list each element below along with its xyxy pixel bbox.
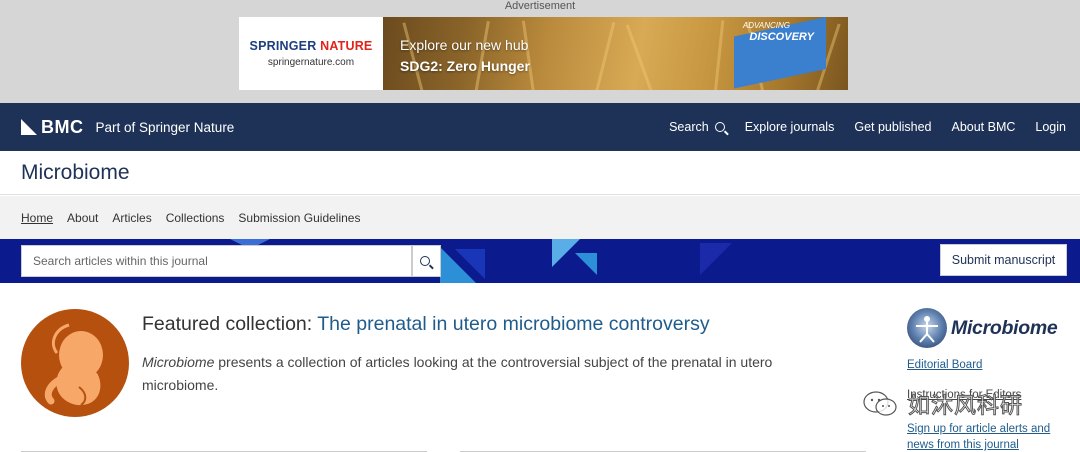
journal-title[interactable]: Microbiome <box>21 161 130 185</box>
subnav-home[interactable]: Home <box>21 211 53 225</box>
bmc-logo-text: BMC <box>41 116 84 137</box>
ad-brand-panel[interactable]: SPRINGER NATURE springernature.com <box>239 17 383 90</box>
search-nav-button[interactable]: Search <box>669 120 725 134</box>
bmc-tagline: Part of Springer Nature <box>95 119 235 135</box>
top-nav-links: Search Explore journals Get published Ab… <box>649 120 1066 134</box>
journal-search-input[interactable] <box>21 245 412 277</box>
vitruvian-icon <box>907 308 947 348</box>
journal-search-button[interactable] <box>412 245 441 277</box>
explore-journals-link[interactable]: Explore journals <box>745 120 835 134</box>
journal-sidebar: Microbiome Editorial Board Instructions … <box>907 308 1080 451</box>
ad-banner[interactable]: SPRINGER NATURE springernature.com Explo… <box>239 17 848 90</box>
top-navigation: BMC Part of Springer Nature Search Explo… <box>0 103 1080 151</box>
article-alerts-signup-link[interactable]: Sign up for article alerts and news from… <box>907 421 1067 452</box>
fetus-icon <box>44 323 103 406</box>
subnav-articles[interactable]: Articles <box>112 211 151 225</box>
bmc-logo-link[interactable]: BMC Part of Springer Nature <box>21 117 234 138</box>
fetus-image[interactable] <box>21 309 129 417</box>
decor-triangle <box>700 243 732 275</box>
featured-description: Microbiome presents a collection of arti… <box>142 354 773 393</box>
advertisement-label: Advertisement <box>504 0 576 12</box>
ad-badge-line2: DISCOVERY <box>749 31 814 43</box>
microbiome-logo-text: Microbiome <box>951 316 1058 339</box>
wechat-watermark: 如沐风科研 <box>862 387 1062 421</box>
wechat-icon <box>862 390 898 418</box>
featured-heading: Featured collection: The prenatal in ute… <box>142 313 710 335</box>
submit-manuscript-button[interactable]: Submit manuscript <box>940 244 1067 276</box>
journal-search-band: Submit manuscript <box>0 239 1080 283</box>
springer-nature-logo: SPRINGER NATURE <box>249 39 373 53</box>
ad-badge-line1: ADVANCING <box>742 21 790 30</box>
decor-triangle <box>575 253 597 275</box>
subnav-collections[interactable]: Collections <box>166 211 225 225</box>
bmc-logo-icon <box>21 119 37 135</box>
journal-search-form <box>21 245 441 277</box>
editorial-board-link[interactable]: Editorial Board <box>907 359 982 371</box>
search-icon <box>714 122 725 132</box>
search-icon <box>420 256 430 266</box>
ad-headline: Explore our new hub <box>400 37 529 53</box>
login-link[interactable]: Login <box>1035 120 1066 134</box>
microbiome-journal-logo[interactable]: Microbiome <box>907 308 1080 348</box>
advertisement-band: Advertisement SPRINGER NATURE springerna… <box>0 0 1080 103</box>
journal-header: Microbiome <box>0 151 1080 195</box>
featured-collection-link[interactable]: The prenatal in utero microbiome controv… <box>317 313 709 335</box>
watermark-text: 如沐风科研 <box>907 394 1024 420</box>
ad-image-panel[interactable]: Explore our new hub SDG2: Zero Hunger AD… <box>383 17 848 90</box>
get-published-link[interactable]: Get published <box>854 120 931 134</box>
about-bmc-link[interactable]: About BMC <box>951 120 1015 134</box>
subnav-about[interactable]: About <box>67 211 98 225</box>
ad-subheadline: SDG2: Zero Hunger <box>400 58 530 74</box>
ad-domain: springernature.com <box>267 57 355 68</box>
decor-triangle <box>455 249 485 279</box>
journal-subnav: Home About Articles Collections Submissi… <box>0 196 1080 239</box>
subnav-submission-guidelines[interactable]: Submission Guidelines <box>238 211 360 225</box>
